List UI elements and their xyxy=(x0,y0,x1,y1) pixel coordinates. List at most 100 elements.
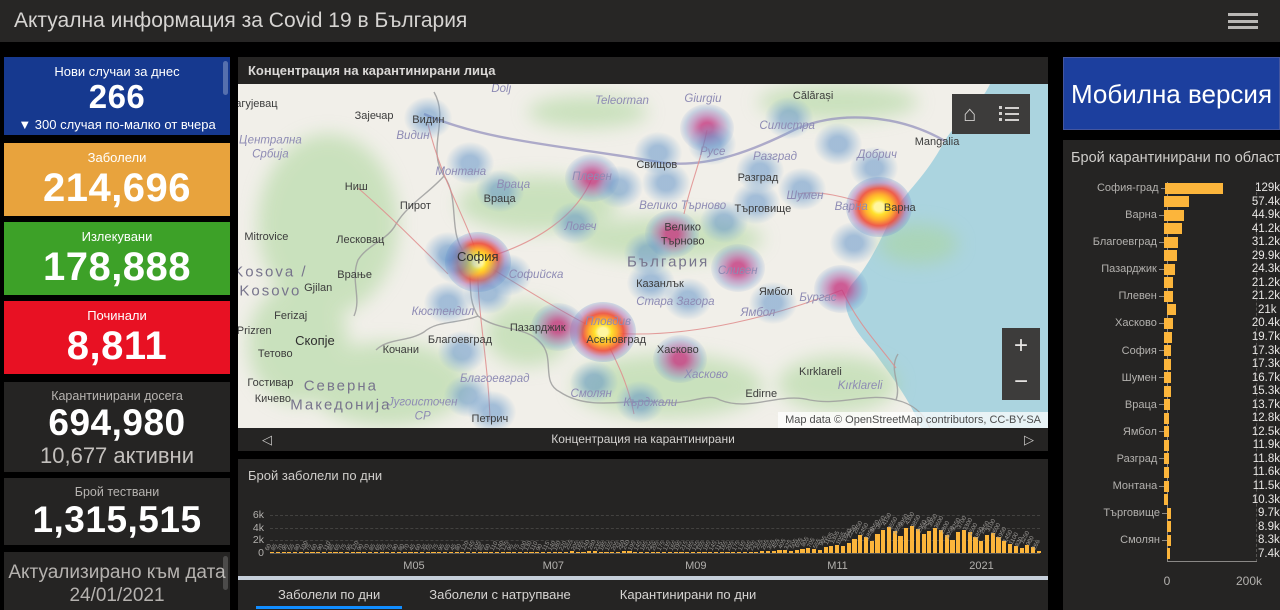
daily-bar[interactable]: 80 xyxy=(455,543,465,553)
daily-bar[interactable]: 85 xyxy=(368,543,378,553)
region-bar[interactable] xyxy=(1163,290,1174,302)
region-row[interactable]: 11.6k xyxy=(1063,466,1280,478)
daily-bar[interactable]: 3650 xyxy=(876,515,887,553)
daily-bar[interactable]: 260 xyxy=(616,540,626,553)
daily-bar[interactable]: 205 xyxy=(651,540,661,553)
daily-bar[interactable]: 95 xyxy=(438,543,448,553)
daily-bar[interactable]: 3950 xyxy=(899,513,910,553)
daily-bar[interactable]: 85 xyxy=(328,543,338,553)
region-bar[interactable] xyxy=(1163,399,1170,411)
daily-bar[interactable]: 555 xyxy=(812,538,822,553)
daily-bar[interactable]: 120 xyxy=(351,540,361,553)
region-bar[interactable] xyxy=(1167,304,1177,316)
region-row[interactable]: Пазарджик 24.3k xyxy=(1063,263,1280,275)
daily-bar[interactable]: 205 xyxy=(726,540,736,553)
daily-bar[interactable]: 70 xyxy=(363,543,373,553)
daily-bar[interactable]: 60 xyxy=(265,543,275,553)
region-bar[interactable] xyxy=(1163,317,1173,329)
region-row[interactable]: Смолян 8.3k xyxy=(1063,534,1280,546)
region-bar[interactable] xyxy=(1167,521,1171,533)
region-row[interactable]: 17.3k xyxy=(1063,358,1280,370)
daily-bar[interactable]: 70 xyxy=(276,543,286,553)
daily-bar[interactable]: 3700 xyxy=(957,515,968,553)
daily-bar[interactable]: 3250 xyxy=(951,518,962,553)
daily-bar[interactable]: 255 xyxy=(565,540,575,553)
daily-bar[interactable]: 90 xyxy=(357,543,367,553)
daily-bar[interactable]: 255 xyxy=(755,540,765,553)
daily-bar[interactable]: 135 xyxy=(663,540,673,553)
daily-bar[interactable]: 95 xyxy=(507,543,517,553)
tab-inactive[interactable]: Карантинирани по дни xyxy=(597,583,779,609)
region-bar[interactable] xyxy=(1164,466,1170,478)
daily-bar[interactable]: 4150 xyxy=(882,512,893,553)
daily-bar[interactable]: 185 xyxy=(703,540,713,553)
daily-bar[interactable]: 3950 xyxy=(928,513,939,553)
daily-bar[interactable]: 205 xyxy=(611,540,621,553)
region-row[interactable]: 7.4k xyxy=(1063,548,1280,560)
region-row[interactable]: 29.9k xyxy=(1063,250,1280,262)
daily-bar[interactable]: 205 xyxy=(570,540,580,553)
daily-bar[interactable]: 185 xyxy=(639,540,649,553)
region-row[interactable]: Благоевград 31.2k xyxy=(1063,236,1280,248)
daily-bar[interactable]: 220 xyxy=(559,540,569,553)
daily-bar[interactable]: 55 xyxy=(288,543,298,553)
region-row[interactable]: 57.4k xyxy=(1063,196,1280,208)
daily-bar[interactable]: 110 xyxy=(322,541,332,553)
daily-bar[interactable]: 75 xyxy=(386,543,396,553)
horizontal-scrollbar[interactable] xyxy=(238,576,1048,580)
card-scrollbar[interactable] xyxy=(223,556,228,590)
daily-bar[interactable]: 1850 xyxy=(974,527,985,553)
daily-bar[interactable]: 180 xyxy=(553,540,563,553)
region-bar[interactable] xyxy=(1165,182,1223,194)
daily-bar[interactable]: 235 xyxy=(593,540,603,553)
region-bar[interactable] xyxy=(1163,196,1190,208)
daily-bar[interactable]: 70 xyxy=(403,543,413,553)
region-row[interactable]: Разград 11.8k xyxy=(1063,453,1280,465)
daily-bar[interactable]: 60 xyxy=(311,543,321,553)
daily-bar[interactable]: 4300 xyxy=(905,511,916,553)
daily-bar[interactable]: 90 xyxy=(536,543,546,553)
region-row[interactable]: 10.3k xyxy=(1063,494,1280,506)
daily-bar[interactable]: 145 xyxy=(466,540,476,553)
region-bar[interactable] xyxy=(1163,236,1178,248)
daily-bar[interactable]: 140 xyxy=(495,540,505,553)
daily-bar[interactable]: 325 xyxy=(784,539,794,553)
region-bar[interactable] xyxy=(1163,223,1183,235)
daily-bar[interactable]: 1850 xyxy=(864,527,876,553)
daily-bar[interactable]: 2050 xyxy=(945,525,957,553)
daily-bar[interactable]: 3050 xyxy=(870,519,882,553)
daily-bar[interactable]: 240 xyxy=(622,540,632,553)
daily-bar[interactable]: 905 xyxy=(818,536,828,553)
daily-bar[interactable]: 110 xyxy=(490,541,499,553)
region-bar[interactable] xyxy=(1163,250,1178,262)
daily-bar[interactable]: 2650 xyxy=(893,522,905,553)
daily-bar[interactable]: 145 xyxy=(634,540,644,553)
daily-bar[interactable]: 405 xyxy=(778,539,788,553)
daily-bar[interactable]: 55 xyxy=(426,543,436,553)
daily-bar[interactable]: 75 xyxy=(305,543,315,553)
daily-bar[interactable]: 65 xyxy=(334,543,344,553)
daily-bar[interactable]: 2850 xyxy=(853,520,864,553)
legend-list-icon[interactable] xyxy=(998,106,1019,122)
region-bar[interactable] xyxy=(1167,534,1171,546)
daily-bar[interactable]: 60 xyxy=(484,543,494,553)
region-row[interactable]: 11.9k xyxy=(1063,439,1280,451)
region-bar[interactable] xyxy=(1163,263,1175,275)
zoom-out-button[interactable]: − xyxy=(1002,364,1040,400)
region-row[interactable]: Търговище 9.7k xyxy=(1063,507,1280,519)
daily-bar[interactable]: 100 xyxy=(518,540,528,553)
daily-bar[interactable]: 75 xyxy=(513,543,523,553)
daily-bar[interactable]: 130 xyxy=(524,540,534,553)
daily-bar[interactable]: 195 xyxy=(674,540,684,553)
daily-bar[interactable]: 215 xyxy=(680,540,690,553)
daily-bar[interactable]: 60 xyxy=(415,543,425,553)
carousel-next-icon[interactable]: ▷ xyxy=(1014,428,1044,451)
region-row[interactable]: Ямбол 12.5k xyxy=(1063,426,1280,438)
daily-bar[interactable]: 90 xyxy=(392,543,402,553)
daily-bar[interactable]: 75 xyxy=(432,543,442,553)
region-bar[interactable] xyxy=(1163,494,1169,506)
daily-bar[interactable]: 225 xyxy=(645,540,655,553)
daily-bar[interactable]: 85 xyxy=(478,543,488,553)
region-row[interactable]: Варна 44.9k xyxy=(1063,209,1280,221)
daily-bar[interactable]: 225 xyxy=(749,540,759,553)
